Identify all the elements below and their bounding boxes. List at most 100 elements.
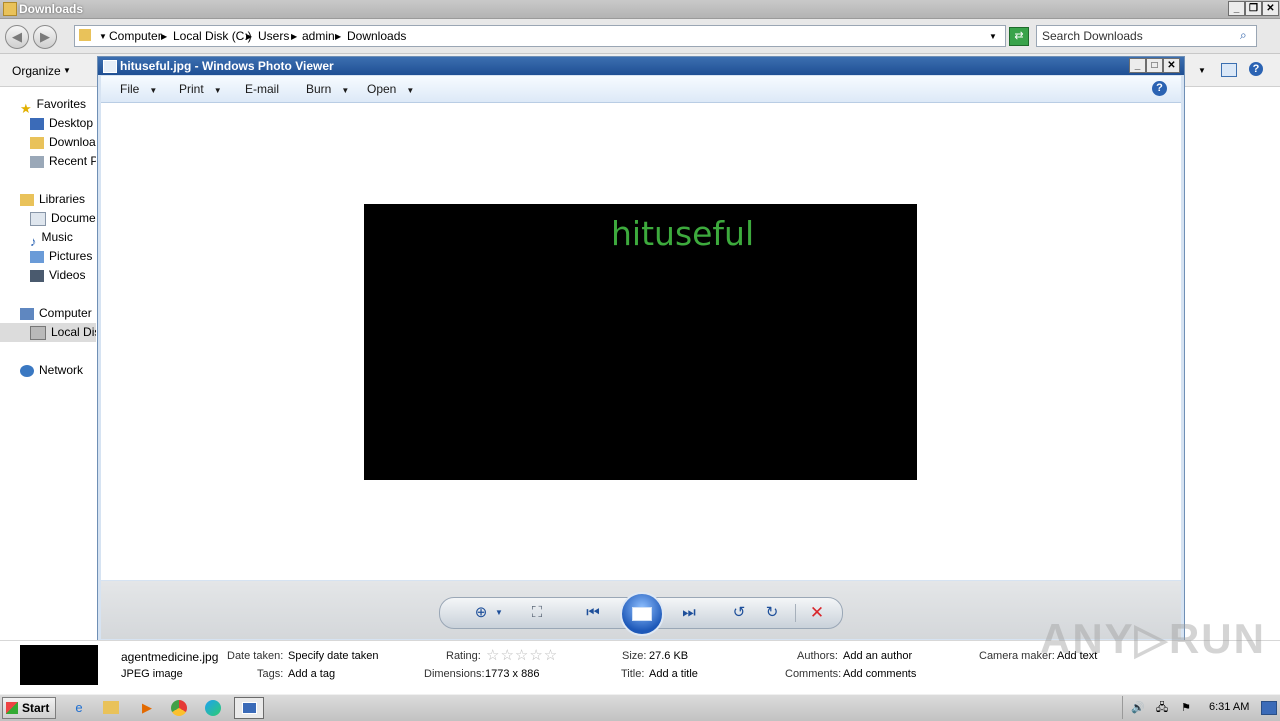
show-desktop-icon[interactable] xyxy=(1261,701,1277,715)
dimensions-value: 1773 x 886 xyxy=(485,668,540,680)
actual-size-icon[interactable]: ⛶ xyxy=(524,603,550,623)
minimize-button[interactable]: _ xyxy=(1228,1,1245,16)
nav-favorites[interactable]: ★ Favorites xyxy=(20,95,86,114)
search-placeholder: Search Downloads xyxy=(1042,29,1143,43)
nav-pictures[interactable]: Pictures xyxy=(30,247,92,266)
nav-computer[interactable]: Computer xyxy=(20,304,92,323)
pv-minimize-button[interactable]: _ xyxy=(1129,58,1146,73)
rating-stars[interactable]: ☆☆☆☆☆ xyxy=(486,646,558,664)
nav-downloads[interactable]: Downloac xyxy=(30,133,96,152)
menu-burn[interactable]: Burn ▼ xyxy=(306,82,349,96)
date-taken-value[interactable]: Specify date taken xyxy=(288,650,379,662)
disk-icon xyxy=(30,325,46,340)
authors-label: Authors: xyxy=(797,650,838,662)
explorer-folder-icon[interactable] xyxy=(103,701,119,714)
next-icon[interactable]: ⏭ xyxy=(676,603,702,623)
nav-label: Documen xyxy=(51,211,96,225)
comments-label: Comments: xyxy=(785,668,842,680)
chevron-down-icon[interactable]: ▼ xyxy=(989,32,997,41)
menu-print[interactable]: Print ▼ xyxy=(179,82,222,96)
rotate-right-icon[interactable]: ↻ xyxy=(759,603,785,623)
computer-icon xyxy=(20,307,34,320)
chevron-right-icon[interactable]: ▶ xyxy=(246,32,252,41)
nav-local-disk[interactable]: Local Disk xyxy=(0,323,96,342)
media-player-icon[interactable]: ▶ xyxy=(137,698,157,717)
size-label: Size: xyxy=(622,650,647,662)
chevron-down-icon: ▼ xyxy=(406,86,415,95)
breadcrumb-computer[interactable]: Computer xyxy=(109,29,162,43)
tags-label: Tags: xyxy=(257,668,284,680)
title-label: Title: xyxy=(621,668,645,680)
views-dropdown-icon[interactable]: ▼ xyxy=(1198,66,1206,75)
photo-viewer-taskbar-button[interactable] xyxy=(234,697,264,719)
chevron-down-icon[interactable]: ▼ xyxy=(486,603,512,623)
pv-close-button[interactable]: ✕ xyxy=(1163,58,1180,73)
delete-icon[interactable]: ✕ xyxy=(804,603,830,623)
photo-viewer-menu-bar: File ▼ Print ▼ E-mail Burn ▼ Open ▼ ? xyxy=(101,76,1181,103)
slideshow-button[interactable] xyxy=(620,592,664,636)
chevron-down-icon: ▼ xyxy=(149,86,158,95)
address-bar[interactable]: ▼ Computer ▶ Local Disk (C:) ▶ Users ▶ a… xyxy=(74,25,1006,47)
displayed-image: hituseful xyxy=(364,204,917,480)
rotate-left-icon[interactable]: ↺ xyxy=(726,603,752,623)
breadcrumb-local-disk[interactable]: Local Disk (C:) xyxy=(173,29,252,43)
nav-label: Recent Pl xyxy=(49,154,96,168)
chevron-down-icon[interactable]: ▼ xyxy=(63,66,71,75)
folder-icon xyxy=(79,29,91,41)
nav-network[interactable]: Network xyxy=(20,361,83,380)
tags-value[interactable]: Add a tag xyxy=(288,668,335,680)
restore-button[interactable]: ❐ xyxy=(1245,1,1262,16)
help-icon[interactable]: ? xyxy=(1152,81,1167,96)
explorer-title: Downloads xyxy=(19,2,84,16)
nav-label: Favorites xyxy=(36,97,87,111)
image-canvas: hituseful xyxy=(101,103,1181,580)
divider xyxy=(795,604,796,622)
clock[interactable]: 6:31 AM xyxy=(1209,701,1249,713)
menu-open[interactable]: Open ▼ xyxy=(367,82,414,96)
network-tray-icon[interactable]: 🖧 xyxy=(1152,699,1172,718)
search-icon[interactable]: ⌕ xyxy=(1240,28,1247,43)
menu-file[interactable]: File ▼ xyxy=(120,82,157,96)
photo-viewer-title: hituseful.jpg - Windows Photo Viewer xyxy=(120,59,334,73)
help-icon[interactable]: ? xyxy=(1249,62,1263,76)
title-value[interactable]: Add a title xyxy=(649,668,698,680)
edge-icon[interactable] xyxy=(205,700,221,716)
breadcrumb-users[interactable]: Users xyxy=(258,29,289,43)
chevron-right-icon[interactable]: ▶ xyxy=(291,32,297,41)
chevron-down-icon[interactable]: ▼ xyxy=(99,32,107,41)
volume-icon[interactable]: 🔊 xyxy=(1128,699,1148,718)
search-input[interactable]: Search Downloads ⌕ xyxy=(1036,25,1257,47)
internet-explorer-icon[interactable]: e xyxy=(69,698,89,717)
nav-recent-places[interactable]: Recent Pl xyxy=(30,152,96,171)
start-button[interactable]: Start xyxy=(2,697,56,719)
breadcrumb-admin[interactable]: admin xyxy=(302,29,335,43)
action-center-flag-icon[interactable]: ⚑ xyxy=(1176,699,1196,718)
back-button[interactable]: ◀ xyxy=(5,25,29,49)
nav-libraries[interactable]: Libraries xyxy=(20,190,85,209)
forward-button[interactable]: ▶ xyxy=(33,25,57,49)
refresh-icon[interactable]: ⇄ xyxy=(1009,27,1029,46)
authors-value[interactable]: Add an author xyxy=(843,650,912,662)
chevron-right-icon[interactable]: ▶ xyxy=(335,32,341,41)
breadcrumb-downloads[interactable]: Downloads xyxy=(347,29,406,43)
system-tray: 🔊 🖧 ⚑ 6:31 AM xyxy=(1122,696,1279,719)
nav-label: Libraries xyxy=(39,192,86,206)
music-icon: ♪ xyxy=(30,233,37,247)
nav-label: Computer xyxy=(39,306,92,320)
nav-music[interactable]: ♪ Music xyxy=(30,228,73,247)
nav-documents[interactable]: Documen xyxy=(30,209,96,228)
comments-value[interactable]: Add comments xyxy=(843,668,916,680)
nav-desktop[interactable]: Desktop xyxy=(30,114,93,133)
menu-email[interactable]: E-mail xyxy=(245,82,279,96)
close-button[interactable]: ✕ xyxy=(1262,1,1279,16)
windows-logo-icon xyxy=(6,702,18,714)
chevron-right-icon[interactable]: ▶ xyxy=(161,32,167,41)
pv-maximize-button[interactable]: □ xyxy=(1146,58,1163,73)
previous-icon[interactable]: ⏮ xyxy=(580,603,606,623)
chrome-icon[interactable] xyxy=(171,700,187,716)
details-filetype: JPEG image xyxy=(121,668,183,680)
preview-pane-icon[interactable] xyxy=(1221,63,1237,77)
organize-button[interactable]: Organize xyxy=(12,64,61,78)
viewer-controls: ⊕ ▼ ⛶ ⏮ ⏭ ↺ ↻ ✕ xyxy=(101,581,1181,639)
nav-videos[interactable]: Videos xyxy=(30,266,85,285)
